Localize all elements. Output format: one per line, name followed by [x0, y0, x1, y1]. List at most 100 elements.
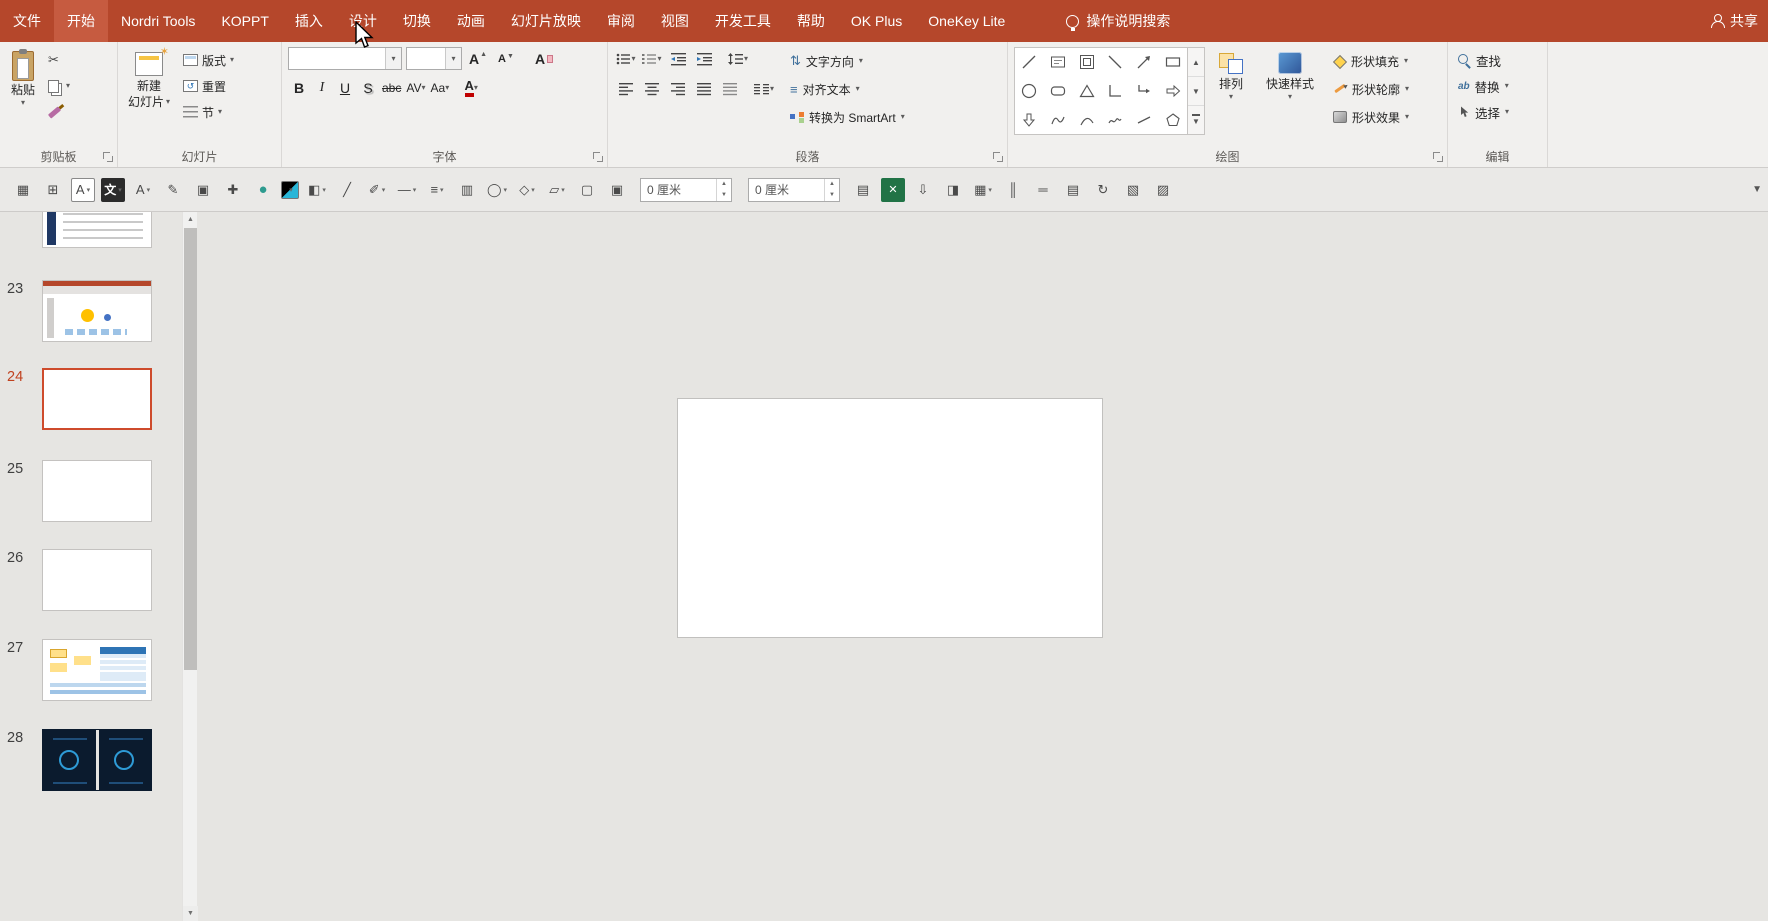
shape-curve-icon[interactable] [1072, 105, 1101, 134]
height-spinner-up-icon[interactable]: ▲ [825, 179, 839, 190]
shape-textbox-icon[interactable] [1044, 48, 1073, 77]
scrollbar-up-icon[interactable]: ▲ [183, 212, 198, 227]
shape-fill-button[interactable]: 形状填充 ▾ [1329, 47, 1413, 75]
shape-line3-icon[interactable] [1130, 105, 1159, 134]
shape-frame-icon[interactable] [1072, 48, 1101, 77]
tab-slideshow[interactable]: 幻灯片放映 [498, 0, 594, 42]
section-button[interactable]: 节 ▾ [178, 99, 239, 125]
slide-thumbnail-28[interactable] [42, 729, 152, 791]
tab-insert[interactable]: 插入 [282, 0, 336, 42]
increase-font-button[interactable]: A ▲ [466, 47, 490, 70]
reset-button[interactable]: ↺ 重置 [178, 73, 239, 99]
distribute-text-button[interactable] [718, 77, 742, 100]
export-icon[interactable]: ⇩ [911, 178, 935, 202]
line-tool-icon[interactable]: — [395, 178, 419, 202]
toolbar-overflow-icon[interactable]: ▼ [1752, 184, 1762, 195]
bullets-button[interactable]: ▾ [614, 47, 638, 70]
align-tool-icon[interactable]: ≡ [425, 178, 449, 202]
font-dialog-launcher[interactable] [593, 152, 604, 163]
quick-styles-button[interactable]: 快速样式 ▾ [1257, 47, 1323, 143]
shape-rounded-rect-icon[interactable] [1044, 77, 1073, 106]
pipette-icon[interactable]: ╱ [335, 178, 359, 202]
border-style-icon[interactable]: ▦ [971, 178, 995, 202]
align-objects-icon[interactable]: ▤ [1061, 178, 1085, 202]
scrollbar-down-icon[interactable]: ▼ [183, 906, 198, 921]
cut-button[interactable]: ✂ [44, 47, 74, 73]
shape-tool-icon[interactable]: ◇ [515, 178, 539, 202]
current-slide-editor[interactable] [677, 398, 1103, 638]
width-spinner-down-icon[interactable]: ▼ [717, 190, 731, 201]
mask-tool-icon[interactable]: ▣ [605, 178, 629, 202]
arrange-button[interactable]: 排列 ▾ [1205, 47, 1257, 143]
height-spinner[interactable]: 0 厘米 ▲ ▼ [748, 177, 840, 202]
text-shadow-button[interactable]: S [357, 77, 379, 99]
font-color-button[interactable]: A ▾ [460, 77, 482, 99]
layout-grid-icon[interactable]: ⊞ [41, 178, 65, 202]
character-spacing-button[interactable]: AV ▾ [404, 77, 427, 99]
shape-freeform-icon[interactable] [1044, 105, 1073, 134]
font-name-combobox[interactable]: ▾ [288, 47, 402, 70]
shape-arrow-line-icon[interactable] [1130, 48, 1159, 77]
textbox-tool-icon[interactable]: A [71, 177, 95, 202]
format-painter-button[interactable] [44, 99, 74, 125]
slide-thumbnail-26[interactable] [42, 549, 152, 611]
shape-elbow-icon[interactable] [1101, 77, 1130, 106]
pin-icon[interactable]: ✚ [221, 178, 245, 202]
justify-button[interactable] [692, 77, 716, 100]
numbering-button[interactable]: ▾ [640, 47, 664, 70]
text-direction-button[interactable]: ⇅ 文字方向 ▾ [786, 47, 909, 75]
tab-animations[interactable]: 动画 [444, 0, 498, 42]
tab-review[interactable]: 审阅 [594, 0, 648, 42]
oval-tool-icon[interactable]: ◯ [485, 178, 509, 202]
color-circle-icon[interactable]: ● [251, 178, 275, 202]
font-size-dropdown-icon[interactable]: ▾ [445, 48, 461, 69]
paste-button[interactable]: 粘贴 ▾ [6, 47, 40, 143]
table-grid-icon[interactable]: ▦ [11, 178, 35, 202]
slide-thumbnail-23[interactable] [42, 280, 152, 342]
eyedropper-icon[interactable]: ✎ [161, 178, 185, 202]
shape-triangle-icon[interactable] [1072, 77, 1101, 106]
fill-bucket-icon[interactable]: ◧ [305, 178, 329, 202]
tab-design[interactable]: 设计 [336, 0, 390, 42]
shape-line-icon[interactable] [1015, 48, 1044, 77]
drawing-dialog-launcher[interactable] [1433, 152, 1444, 163]
paragraph-dialog-launcher[interactable] [993, 152, 1004, 163]
underline-button[interactable]: U [334, 77, 356, 99]
tab-help[interactable]: 帮助 [784, 0, 838, 42]
shape-effects-button[interactable]: 形状效果 ▾ [1329, 103, 1413, 131]
tab-onekey-lite[interactable]: OneKey Lite [915, 0, 1018, 42]
clipboard-dialog-launcher[interactable] [103, 152, 114, 163]
height-spinner-down-icon[interactable]: ▼ [825, 190, 839, 201]
align-text-button[interactable]: ≡ 对齐文本 ▾ [786, 75, 909, 103]
tab-nordri-tools[interactable]: Nordri Tools [108, 0, 208, 42]
tab-koppt[interactable]: KOPPT [208, 0, 281, 42]
font-tool-icon[interactable]: A [131, 178, 155, 202]
slide-thumbnail-22[interactable] [42, 212, 152, 248]
slide-thumbnail-25[interactable] [42, 460, 152, 522]
scrollbar-thumb[interactable] [184, 228, 197, 670]
slide-thumbnail-27[interactable] [42, 639, 152, 701]
shape-outline-button[interactable]: 形状轮廓 ▾ [1329, 75, 1413, 103]
width-spinner[interactable]: 0 厘米 ▲ ▼ [640, 177, 732, 202]
shape-down-arrow-icon[interactable] [1015, 105, 1044, 134]
tell-me-search[interactable]: 操作说明搜索 [1052, 0, 1184, 42]
clear-formatting-button[interactable]: A [532, 47, 556, 70]
tab-transitions[interactable]: 切换 [390, 0, 444, 42]
picture-tool-icon[interactable]: ▣ [191, 178, 215, 202]
decrease-indent-button[interactable] [666, 47, 690, 70]
new-slide-button[interactable]: 新建 幻灯片▾ [124, 45, 174, 143]
tab-home[interactable]: 开始 [54, 0, 108, 42]
columns-button[interactable]: ▾ [752, 77, 776, 100]
shape-elbow-arrow-icon[interactable] [1130, 77, 1159, 106]
shape-oval-icon[interactable] [1015, 77, 1044, 106]
italic-button[interactable]: I [311, 77, 333, 99]
font-size-combobox[interactable]: ▾ [406, 47, 462, 70]
align-left-button[interactable] [614, 77, 638, 100]
strikethrough-button[interactable]: abc [380, 77, 403, 99]
increase-indent-button[interactable] [692, 47, 716, 70]
width-spinner-up-icon[interactable]: ▲ [717, 179, 731, 190]
find-button[interactable]: 查找 [1454, 47, 1542, 73]
change-case-button[interactable]: Aa ▾ [429, 77, 452, 99]
align-right-button[interactable] [666, 77, 690, 100]
decrease-font-button[interactable]: A ▼ [494, 47, 518, 70]
